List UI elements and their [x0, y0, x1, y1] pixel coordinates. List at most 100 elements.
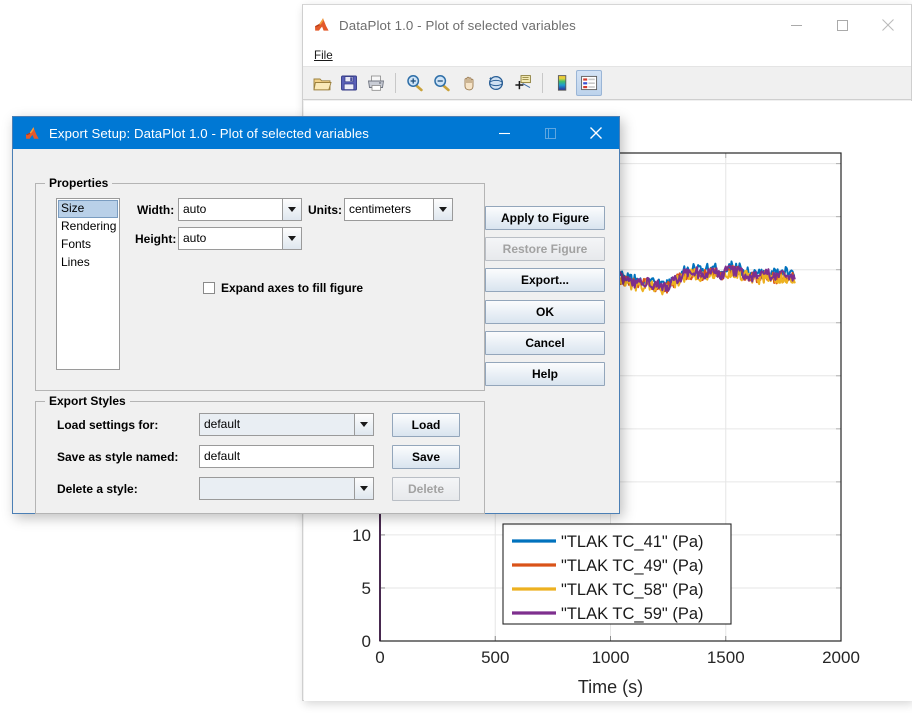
data-cursor-icon: [515, 75, 531, 90]
menu-file-label: File: [314, 48, 333, 62]
insert-legend-button[interactable]: [576, 70, 602, 96]
zoom-in-button[interactable]: [402, 70, 428, 96]
save-as-style-input[interactable]: default: [199, 445, 374, 468]
save-figure-button[interactable]: [336, 70, 362, 96]
close-button[interactable]: [573, 117, 619, 149]
y-tick-label: 5: [362, 579, 371, 598]
zoom-out-icon: [434, 75, 450, 92]
checkbox-box[interactable]: [203, 282, 215, 294]
legend-label-3: "TLAK TC_58" (Pa): [561, 581, 704, 599]
figure-titlebar[interactable]: DataPlot 1.0 - Plot of selected variable…: [303, 5, 911, 45]
pan-button[interactable]: [456, 70, 482, 96]
load-settings-combo[interactable]: default: [199, 413, 374, 436]
y-tick-label: 10: [352, 526, 371, 545]
printer-icon: [367, 75, 385, 91]
load-settings-combo-value: default: [204, 417, 241, 431]
export-dialog-body: Properties Size Rendering Fonts Lines Wi…: [13, 149, 619, 514]
figure-toolbar: [303, 67, 911, 100]
properties-groupbox-legend: Properties: [45, 176, 113, 190]
rotate-3d-icon: [488, 75, 504, 91]
x-tick-label: 1500: [707, 648, 745, 667]
legend-label-2: "TLAK TC_49" (Pa): [561, 557, 704, 575]
chevron-down-icon[interactable]: [433, 199, 452, 220]
plot-legend: "TLAK TC_41" (Pa) "TLAK TC_49" (Pa) "TLAK …: [502, 523, 732, 625]
chevron-down-icon[interactable]: [282, 228, 301, 249]
plot-x-axis-label: Time (s): [578, 677, 643, 697]
menu-file[interactable]: File: [311, 47, 338, 65]
delete-style-combo[interactable]: [199, 477, 374, 500]
chevron-down-icon[interactable]: [282, 199, 301, 220]
save-button[interactable]: Save: [392, 445, 460, 469]
zoom-out-button[interactable]: [429, 70, 455, 96]
save-floppy-icon: [341, 75, 357, 91]
x-axis-label-text: Time (s): [578, 677, 643, 697]
height-label: Height:: [135, 232, 177, 246]
maximize-button[interactable]: [819, 5, 865, 45]
delete-button[interactable]: Delete: [392, 477, 460, 501]
figure-window-controls: [773, 5, 911, 45]
open-folder-icon: [313, 78, 332, 91]
chevron-down-icon[interactable]: [354, 478, 373, 499]
restore-figure-button[interactable]: Restore Figure: [485, 237, 605, 261]
export-dialog-window-controls: [481, 117, 619, 149]
data-cursor-button[interactable]: [510, 70, 536, 96]
width-combo-value: auto: [183, 202, 207, 216]
properties-groupbox: Properties Size Rendering Fonts Lines Wi…: [35, 176, 485, 391]
maximize-button: [527, 117, 573, 149]
units-combo[interactable]: centimeters: [344, 198, 453, 221]
units-label: Units:: [308, 203, 342, 217]
expand-axes-checkbox[interactable]: Expand axes to fill figure: [203, 281, 363, 295]
help-button[interactable]: Help: [485, 362, 605, 386]
toolbar-separator: [542, 73, 543, 93]
export-styles-groupbox-legend: Export Styles: [45, 394, 130, 408]
zoom-in-icon: [407, 75, 423, 92]
insert-colorbar-button[interactable]: [549, 70, 575, 96]
x-tick-label: 0: [375, 648, 384, 667]
figure-title: DataPlot 1.0 - Plot of selected variable…: [339, 17, 576, 33]
height-combo[interactable]: auto: [178, 227, 302, 250]
height-combo-value: auto: [183, 231, 207, 245]
close-button[interactable]: [865, 5, 911, 45]
pan-hand-icon: [464, 76, 474, 91]
minimize-button[interactable]: [773, 5, 819, 45]
rotate-3d-button[interactable]: [483, 70, 509, 96]
prop-list-item-size[interactable]: Size: [58, 200, 118, 218]
toolbar-separator: [395, 73, 396, 93]
delete-style-label: Delete a style:: [57, 482, 138, 496]
desktop-background: DataPlot 1.0 - Plot of selected variable…: [0, 0, 912, 720]
delete-style-combo-value: [200, 478, 354, 499]
units-combo-value: centimeters: [349, 202, 412, 216]
load-button[interactable]: Load: [392, 413, 460, 437]
chevron-down-icon[interactable]: [354, 414, 373, 435]
cancel-button[interactable]: Cancel: [485, 331, 605, 355]
export-dialog-title: Export Setup: DataPlot 1.0 - Plot of sel…: [49, 125, 369, 141]
prop-list-item-lines[interactable]: Lines: [58, 254, 118, 272]
legend-icon: [581, 75, 598, 91]
open-file-button[interactable]: [309, 70, 335, 96]
export-setup-dialog: Export Setup: DataPlot 1.0 - Plot of sel…: [12, 116, 620, 514]
save-as-style-label: Save as style named:: [57, 450, 179, 464]
legend-label-4: "TLAK TC_59" (Pa): [561, 605, 704, 623]
ok-button[interactable]: OK: [485, 300, 605, 324]
matlab-icon: [25, 126, 40, 141]
minimize-button[interactable]: [481, 117, 527, 149]
legend-label-1: "TLAK TC_41" (Pa): [561, 533, 704, 551]
print-figure-button[interactable]: [363, 70, 389, 96]
x-tick-label: 1000: [592, 648, 630, 667]
load-settings-label: Load settings for:: [57, 418, 159, 432]
export-dialog-titlebar[interactable]: Export Setup: DataPlot 1.0 - Plot of sel…: [13, 117, 619, 149]
prop-list-item-rendering[interactable]: Rendering: [58, 218, 118, 236]
x-tick-label: 2000: [822, 648, 860, 667]
matlab-icon: [314, 17, 330, 33]
prop-list-item-fonts[interactable]: Fonts: [58, 236, 118, 254]
figure-menubar: File: [303, 45, 911, 67]
colorbar-icon: [557, 75, 567, 91]
x-tick-label: 500: [481, 648, 509, 667]
width-label: Width:: [137, 203, 175, 217]
width-combo[interactable]: auto: [178, 198, 302, 221]
export-styles-groupbox: Export Styles Load settings for: default…: [35, 394, 485, 514]
export-button[interactable]: Export...: [485, 268, 605, 292]
properties-category-list[interactable]: Size Rendering Fonts Lines: [56, 198, 120, 370]
y-tick-label: 0: [362, 632, 371, 651]
apply-to-figure-button[interactable]: Apply to Figure: [485, 206, 605, 230]
